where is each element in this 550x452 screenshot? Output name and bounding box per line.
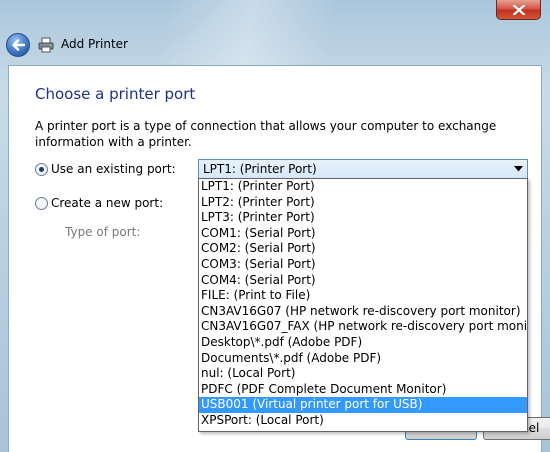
port-option[interactable]: FILE: (Print to File) <box>199 288 527 304</box>
port-dropdown-list[interactable]: LPT1: (Printer Port) LPT2: (Printer Port)… <box>198 178 528 432</box>
port-option[interactable]: COM4: (Serial Port) <box>199 273 527 289</box>
printer-icon <box>38 37 54 53</box>
back-arrow-icon <box>12 39 25 51</box>
port-option[interactable]: COM2: (Serial Port) <box>199 241 527 257</box>
type-of-port-label: Type of port: <box>65 225 141 239</box>
existing-port-combobox[interactable]: LPT1: (Printer Port) <box>198 159 528 179</box>
port-option[interactable]: Documents\*.pdf (Adobe PDF) <box>199 351 527 367</box>
close-button[interactable] <box>496 0 541 20</box>
add-printer-window: Add Printer Choose a printer port A prin… <box>0 0 550 452</box>
create-new-port-label[interactable]: Create a new port: <box>51 196 163 210</box>
port-option[interactable]: CN3AV16G07_FAX (HP network re-discovery … <box>199 319 527 335</box>
port-option[interactable]: nul: (Local Port) <box>199 366 527 382</box>
use-existing-port-radio[interactable] <box>35 163 48 176</box>
port-option[interactable]: Desktop\*.pdf (Adobe PDF) <box>199 335 527 351</box>
port-option[interactable]: LPT3: (Printer Port) <box>199 210 527 226</box>
port-option[interactable]: LPT1: (Printer Port) <box>199 179 527 195</box>
combobox-value: LPT1: (Printer Port) <box>203 162 317 176</box>
page-title: Choose a printer port <box>35 85 196 103</box>
use-existing-port-label[interactable]: Use an existing port: <box>51 162 176 176</box>
page-description: A printer port is a type of connection t… <box>35 119 497 149</box>
port-option[interactable]: COM3: (Serial Port) <box>199 257 527 273</box>
back-button[interactable] <box>6 33 30 57</box>
create-new-port-radio[interactable] <box>35 197 48 210</box>
port-option[interactable]: CN3AV16G07 (HP network re-discovery port… <box>199 304 527 320</box>
chevron-down-icon[interactable] <box>511 162 525 176</box>
window-title: Add Printer <box>61 37 128 51</box>
radio-selected-dot <box>39 167 44 172</box>
port-option[interactable]: COM1: (Serial Port) <box>199 226 527 242</box>
port-option[interactable]: PDFC (PDF Complete Document Monitor) <box>199 382 527 398</box>
close-icon <box>512 4 525 15</box>
port-option[interactable]: USB001 (Virtual printer port for USB) <box>199 397 527 413</box>
port-option[interactable]: LPT2: (Printer Port) <box>199 195 527 211</box>
port-option[interactable]: XPSPort: (Local Port) <box>199 413 527 429</box>
